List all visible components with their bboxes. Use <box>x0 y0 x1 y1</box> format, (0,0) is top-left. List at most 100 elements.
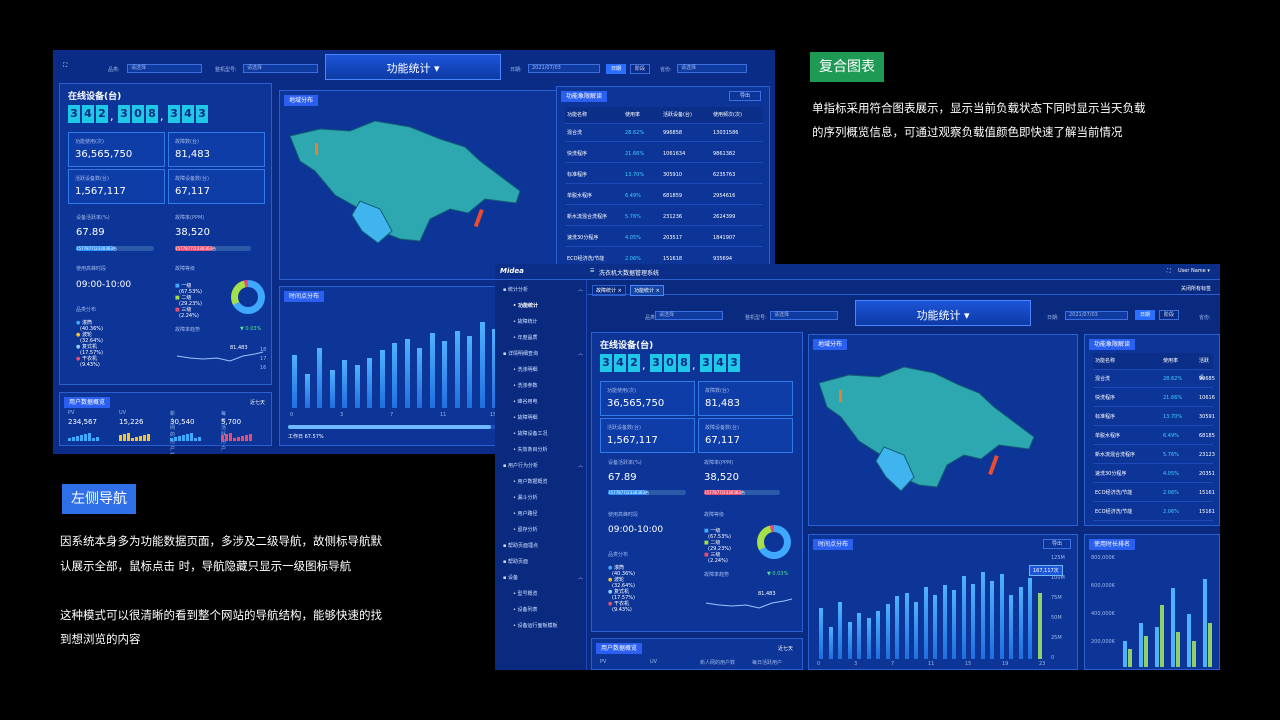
chevron-up-icon[interactable]: ︿ <box>578 574 583 581</box>
table-row[interactable]: 快洗程序 21.66% 1061634 9861382 <box>565 146 763 163</box>
close-icon[interactable]: × <box>618 288 622 294</box>
menu-icon[interactable]: ☰ <box>590 268 594 274</box>
table-row[interactable]: 新水流混合洗程序 5.76% 231236 2624399 <box>565 209 763 226</box>
sidebar-item[interactable]: • 故障设备工况 <box>513 430 548 437</box>
table-row[interactable]: 单脱水程序 6.49% 68185 <box>1093 428 1215 445</box>
model-select[interactable]: 请选择 <box>770 311 838 320</box>
region-map-panel: 地域分布 <box>279 90 599 280</box>
stage-button[interactable]: 阶段 <box>1159 310 1179 320</box>
model-select[interactable]: 请选择 <box>243 64 318 73</box>
stage-button[interactable]: 阶段 <box>630 64 650 74</box>
chevron-up-icon[interactable]: ︿ <box>578 286 583 293</box>
table-cell: 23123 <box>1199 452 1215 458</box>
sidebar-item[interactable]: • 型号概览 <box>513 590 538 597</box>
title-dropdown[interactable]: 功能统计 ▾ <box>325 60 501 76</box>
user-stat-bar <box>225 434 228 441</box>
map-region-main[interactable] <box>818 366 1035 488</box>
date-input[interactable]: 2021/07/03 <box>1065 311 1128 320</box>
user-stat-bar <box>233 438 236 441</box>
sidebar-group[interactable]: ▪ 用户行为分析 ︿ <box>503 462 583 469</box>
table-row[interactable]: 标准程序 13.70% 305910 6235763 <box>565 167 763 184</box>
table-cell: 10616 <box>1199 395 1215 401</box>
user-stat-bar <box>249 434 252 441</box>
user-stat-label: 新人网的用户数 <box>170 411 176 454</box>
trend-change: ▼ 0.03% <box>240 326 262 332</box>
sidebar-group[interactable]: ▪ 帮助页面 <box>503 558 583 565</box>
user-range[interactable]: 近七天 <box>250 399 265 406</box>
table-row[interactable]: 标准程序 13.70% 30591 <box>1093 409 1215 426</box>
time-bar <box>895 596 899 659</box>
tab-function-stats[interactable]: 功能统计 × <box>630 285 664 296</box>
export-button[interactable]: 导出 <box>729 91 761 101</box>
time-bar <box>392 342 397 408</box>
sidebar-group[interactable]: ▪ 详情明细查询 ︿ <box>503 350 583 357</box>
table-cell: 99685 <box>1199 376 1215 382</box>
category-select[interactable]: 请选择 <box>127 64 202 73</box>
province-label: 省份: <box>660 67 672 73</box>
sidebar-item[interactable]: • 故障统计 <box>513 318 538 325</box>
title-dropdown[interactable]: 功能统计 ▾ <box>855 307 1031 323</box>
counter-digit: 3 <box>600 354 612 372</box>
export-button[interactable]: 导出 <box>1043 539 1071 549</box>
date-input[interactable]: 2021/07/03 <box>528 64 600 73</box>
brand-logo[interactable]: Midea <box>500 267 524 275</box>
day-button[interactable]: 日期 <box>606 64 626 74</box>
time-bar <box>847 622 852 659</box>
sidebar-item[interactable]: • 失效条目分析 <box>513 446 548 453</box>
table-row[interactable]: 速洗30分程序 4.05% 203517 1841907 <box>565 230 763 247</box>
sidebar-item[interactable]: • 漏斗分析 <box>513 494 538 501</box>
time-bar <box>961 576 966 659</box>
sidebar-item[interactable]: • 功能统计 <box>513 302 538 309</box>
counter-digit: 4 <box>182 105 194 123</box>
table-row[interactable]: 新水流混合洗程序 5.76% 23123 <box>1093 447 1215 464</box>
tab-fault-label: 故障统计 <box>596 288 617 294</box>
user-range[interactable]: 近七天 <box>778 645 793 652</box>
sidebar-item[interactable]: • 故障明细 <box>513 414 538 421</box>
x-tick: 3 <box>340 412 344 418</box>
user-menu[interactable]: User Name ▾ <box>1178 268 1210 274</box>
table-row[interactable]: 速洗30分程序 4.05% 20351 <box>1093 466 1215 483</box>
time-bar <box>429 333 435 408</box>
category-select[interactable]: 请选择 <box>655 311 723 320</box>
region-map[interactable] <box>280 91 600 281</box>
table-row[interactable]: 混合洗 28.62% 99685 <box>1093 371 1215 388</box>
table-row[interactable]: ECO经济洗/节能 2.06% 15161 <box>1093 485 1215 502</box>
sidebar-group[interactable]: ▪ 设备 ︿ <box>503 574 583 581</box>
sidebar-item[interactable]: • 用户路径 <box>513 510 538 517</box>
sidebar-item[interactable]: • 设备列表 <box>513 606 538 613</box>
table-row[interactable]: 单脱水程序 6.49% 681859 2954616 <box>565 188 763 205</box>
sidebar-group[interactable]: ▪ 帮助页面埋点 <box>503 542 583 549</box>
sidebar-item[interactable]: • 设备运行面板模板 <box>513 622 558 629</box>
y-tick: 75M <box>1051 595 1062 601</box>
close-all-tabs[interactable]: 关闭所有标签 <box>1181 285 1211 292</box>
sidebar-item[interactable]: • 留存分析 <box>513 526 538 533</box>
peak-value: 09:00-10:00 <box>608 525 664 535</box>
chevron-up-icon[interactable]: ︿ <box>578 350 583 357</box>
table-cell: 速洗30分程序 <box>567 235 599 241</box>
sidebar-item[interactable]: • 洗涤明细 <box>513 366 538 373</box>
rank-bar <box>1203 579 1207 667</box>
fullscreen-icon[interactable]: ⛶ <box>1167 268 1171 274</box>
sparkline-path <box>705 598 793 609</box>
map-region-main[interactable] <box>289 120 521 242</box>
sidebar-item[interactable]: • 峰谷用电 <box>513 398 538 405</box>
province-select[interactable]: 请选择 <box>677 64 747 73</box>
model-label: 整机型号: <box>745 315 767 321</box>
fullscreen-icon[interactable]: ⛶ <box>63 62 67 70</box>
table-row[interactable]: 快洗程序 21.66% 10616 <box>1093 390 1215 407</box>
close-icon[interactable]: × <box>656 288 660 294</box>
chevron-up-icon[interactable]: ︿ <box>578 462 583 469</box>
region-map[interactable] <box>809 335 1079 527</box>
tab-fault-stats[interactable]: 故障统计 × <box>592 285 626 296</box>
table-row[interactable]: ECO经济洗/节能 2.06% 15161 <box>1093 504 1215 521</box>
sidebar-item[interactable]: • 用户数据概览 <box>513 478 548 485</box>
sidebar-item[interactable]: • 年度晶质 <box>513 334 538 341</box>
day-button[interactable]: 日期 <box>1135 310 1155 320</box>
sidebar-group[interactable]: ▪ 统计分析 ︿ <box>503 286 583 293</box>
table-row[interactable]: 混合洗 28.62% 996858 13031586 <box>565 125 763 142</box>
counter-digit: 4 <box>614 354 626 372</box>
sidebar-item[interactable]: • 洗涤参数 <box>513 382 538 389</box>
table-cell: 6.49% <box>1163 433 1179 439</box>
function-table: 功能名称 使用率 活跃设 混合洗 28.62% 99685 快洗程序 21.66% 10616 标… <box>1085 353 1220 523</box>
table-header-row: 功能名称 使用率 活跃设 <box>1093 353 1213 381</box>
